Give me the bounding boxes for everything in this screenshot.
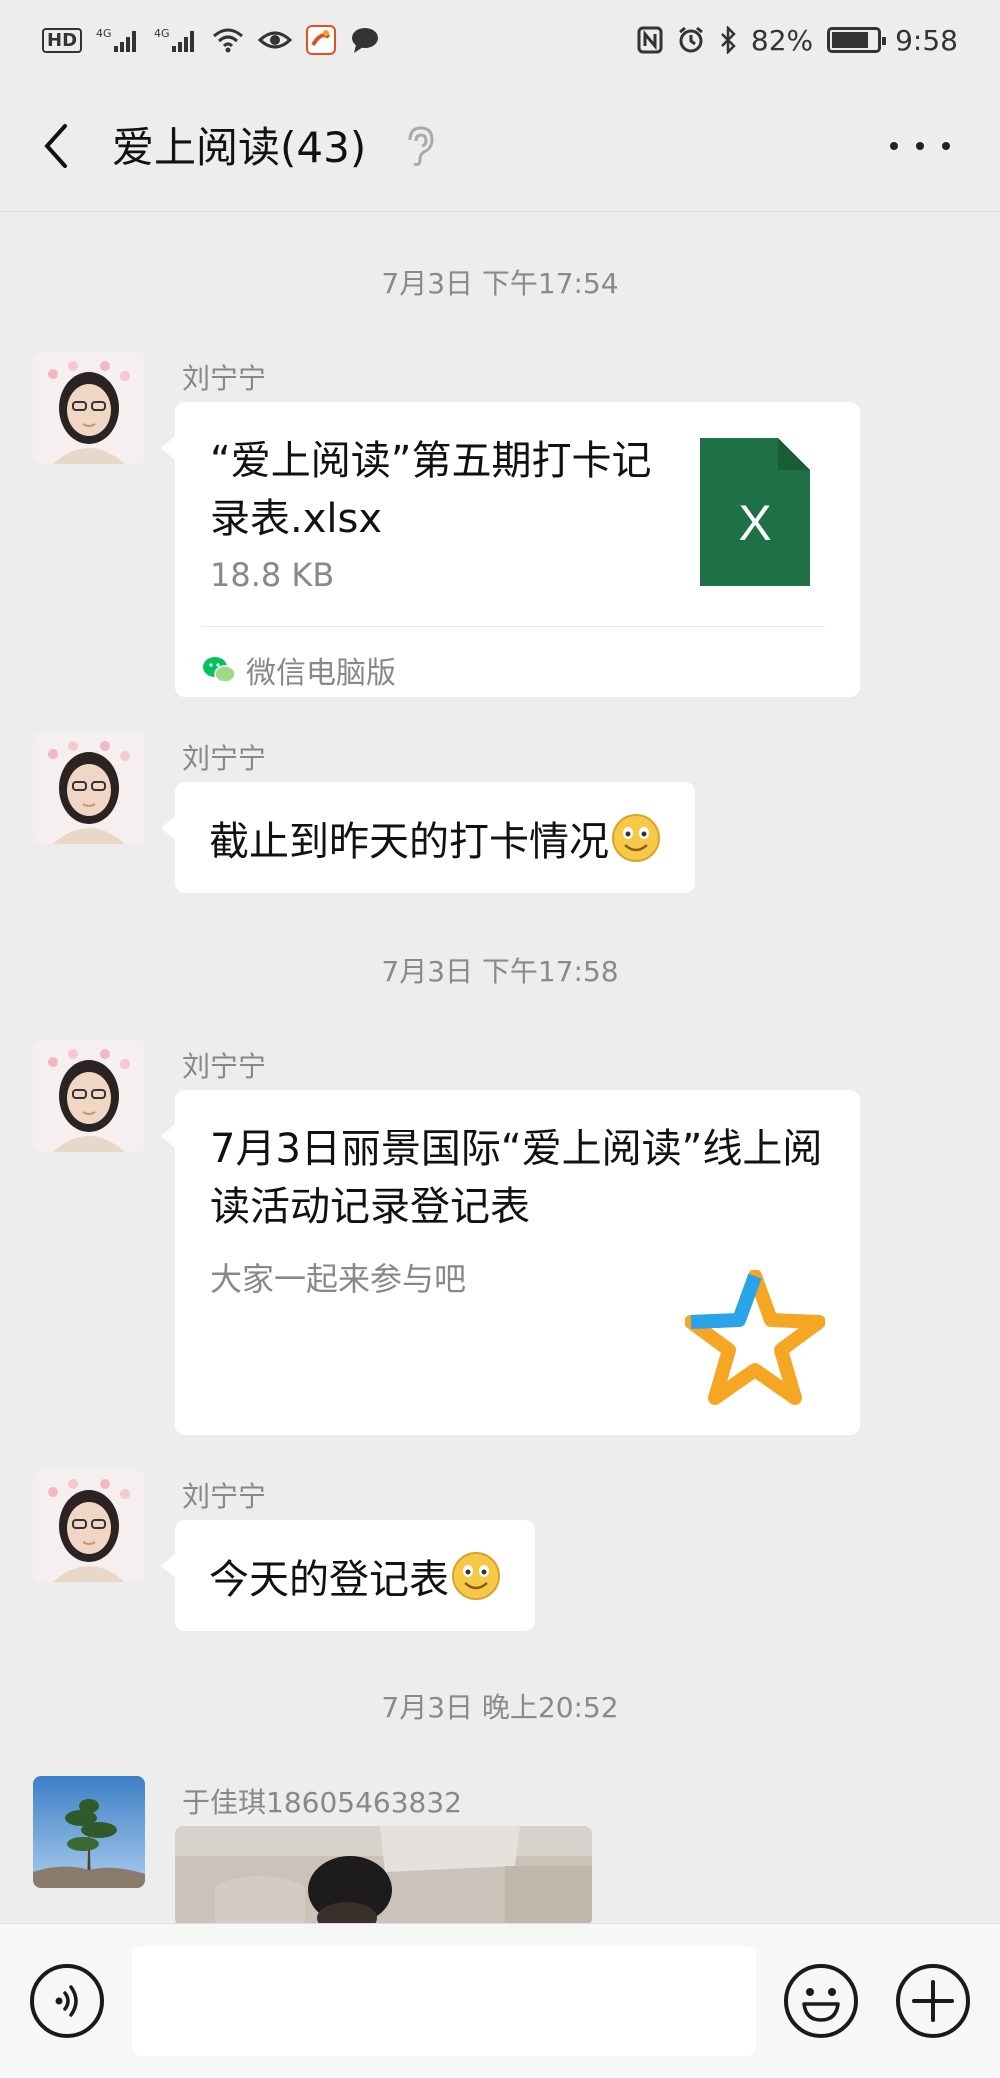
link-title: 7月3日丽景国际“爱上阅读”线上阅读活动记录登记表 (210, 1126, 823, 1230)
avatar[interactable] (33, 732, 145, 844)
signal-icon-1: 4G (96, 26, 140, 54)
back-button[interactable] (34, 116, 78, 176)
excel-file-icon: X (700, 438, 810, 586)
avatar[interactable] (33, 352, 145, 464)
divider (202, 626, 825, 627)
dot (942, 142, 950, 150)
file-source: 微信电脑版 (202, 648, 396, 692)
eye-icon (258, 28, 293, 52)
svg-text:4G: 4G (154, 27, 170, 40)
emoji-button[interactable] (784, 1964, 858, 2038)
battery-icon (827, 27, 887, 53)
file-name: “爱上阅读”第五期打卡记录表.xlsx (210, 438, 652, 542)
avatar[interactable] (33, 1470, 145, 1582)
status-bar: HD 4G 4G 82% 9:58 (0, 0, 1000, 80)
dot (916, 142, 924, 150)
sender-name: 刘宁宁 (182, 742, 267, 775)
file-message[interactable]: “爱上阅读”第五期打卡记录表.xlsx 18.8 KB X 微信电脑版 (161, 402, 860, 697)
sender-name: 刘宁宁 (182, 1050, 267, 1083)
smile-icon (612, 813, 660, 862)
sender-name: 刘宁宁 (182, 362, 267, 395)
time-separator: 7月3日 下午17:58 (381, 955, 619, 988)
alarm-icon (677, 26, 705, 54)
back-arrow-icon (44, 124, 67, 168)
file-source-label: 微信电脑版 (246, 656, 396, 691)
sender-name: 刘宁宁 (182, 1480, 267, 1513)
svg-text:4G: 4G (96, 27, 112, 40)
chat-notification-icon (350, 26, 380, 54)
sender-name: 于佳琪18605463832 (182, 1786, 462, 1819)
file-size: 18.8 KB (210, 556, 335, 594)
wifi-icon (212, 26, 244, 54)
star-icon (684, 1269, 826, 1405)
link-message[interactable]: 7月3日丽景国际“爱上阅读”线上阅读活动记录登记表 大家一起来参与吧 (161, 1090, 860, 1435)
svg-text:X: X (738, 495, 771, 551)
wechat-icon (203, 657, 236, 683)
nfc-icon (637, 26, 663, 54)
app-notification-icon (306, 25, 337, 55)
battery-percent: 82% (750, 23, 814, 57)
message-input[interactable] (132, 1946, 756, 2056)
time-separator: 7月3日 下午17:54 (381, 267, 619, 300)
avatar[interactable] (33, 1776, 145, 1888)
dot (890, 142, 898, 150)
smile-icon (452, 1551, 500, 1600)
avatar[interactable] (33, 1040, 145, 1152)
signal-icon-2: 4G (154, 26, 198, 54)
clock: 9:58 (895, 23, 958, 57)
more-options-button[interactable] (890, 134, 950, 158)
battery-fill (832, 32, 869, 48)
chat-header: 爱上阅读(43) (0, 80, 1000, 212)
message-text: 截止到昨天的打卡情况 (209, 818, 609, 865)
chat-title: 爱上阅读(43) (112, 123, 367, 172)
more-functions-button[interactable] (896, 1964, 970, 2038)
voice-input-button[interactable] (30, 1964, 104, 2038)
hd-icon: HD (42, 27, 83, 53)
voice-icon (55, 1985, 78, 2017)
input-bar (0, 1923, 1000, 2078)
link-description: 大家一起来参与吧 (210, 1260, 467, 1298)
text-message[interactable]: 截止到昨天的打卡情况 (161, 782, 695, 893)
text-message[interactable]: 今天的登记表 (161, 1520, 535, 1631)
time-separator: 7月3日 晚上20:52 (381, 1691, 619, 1724)
ear-icon (402, 124, 438, 168)
message-text: 今天的登记表 (209, 1556, 449, 1603)
plus-icon (912, 1980, 954, 2022)
emoji-icon (802, 1988, 840, 2022)
bluetooth-icon (719, 26, 737, 54)
image-message[interactable] (175, 1826, 592, 1926)
